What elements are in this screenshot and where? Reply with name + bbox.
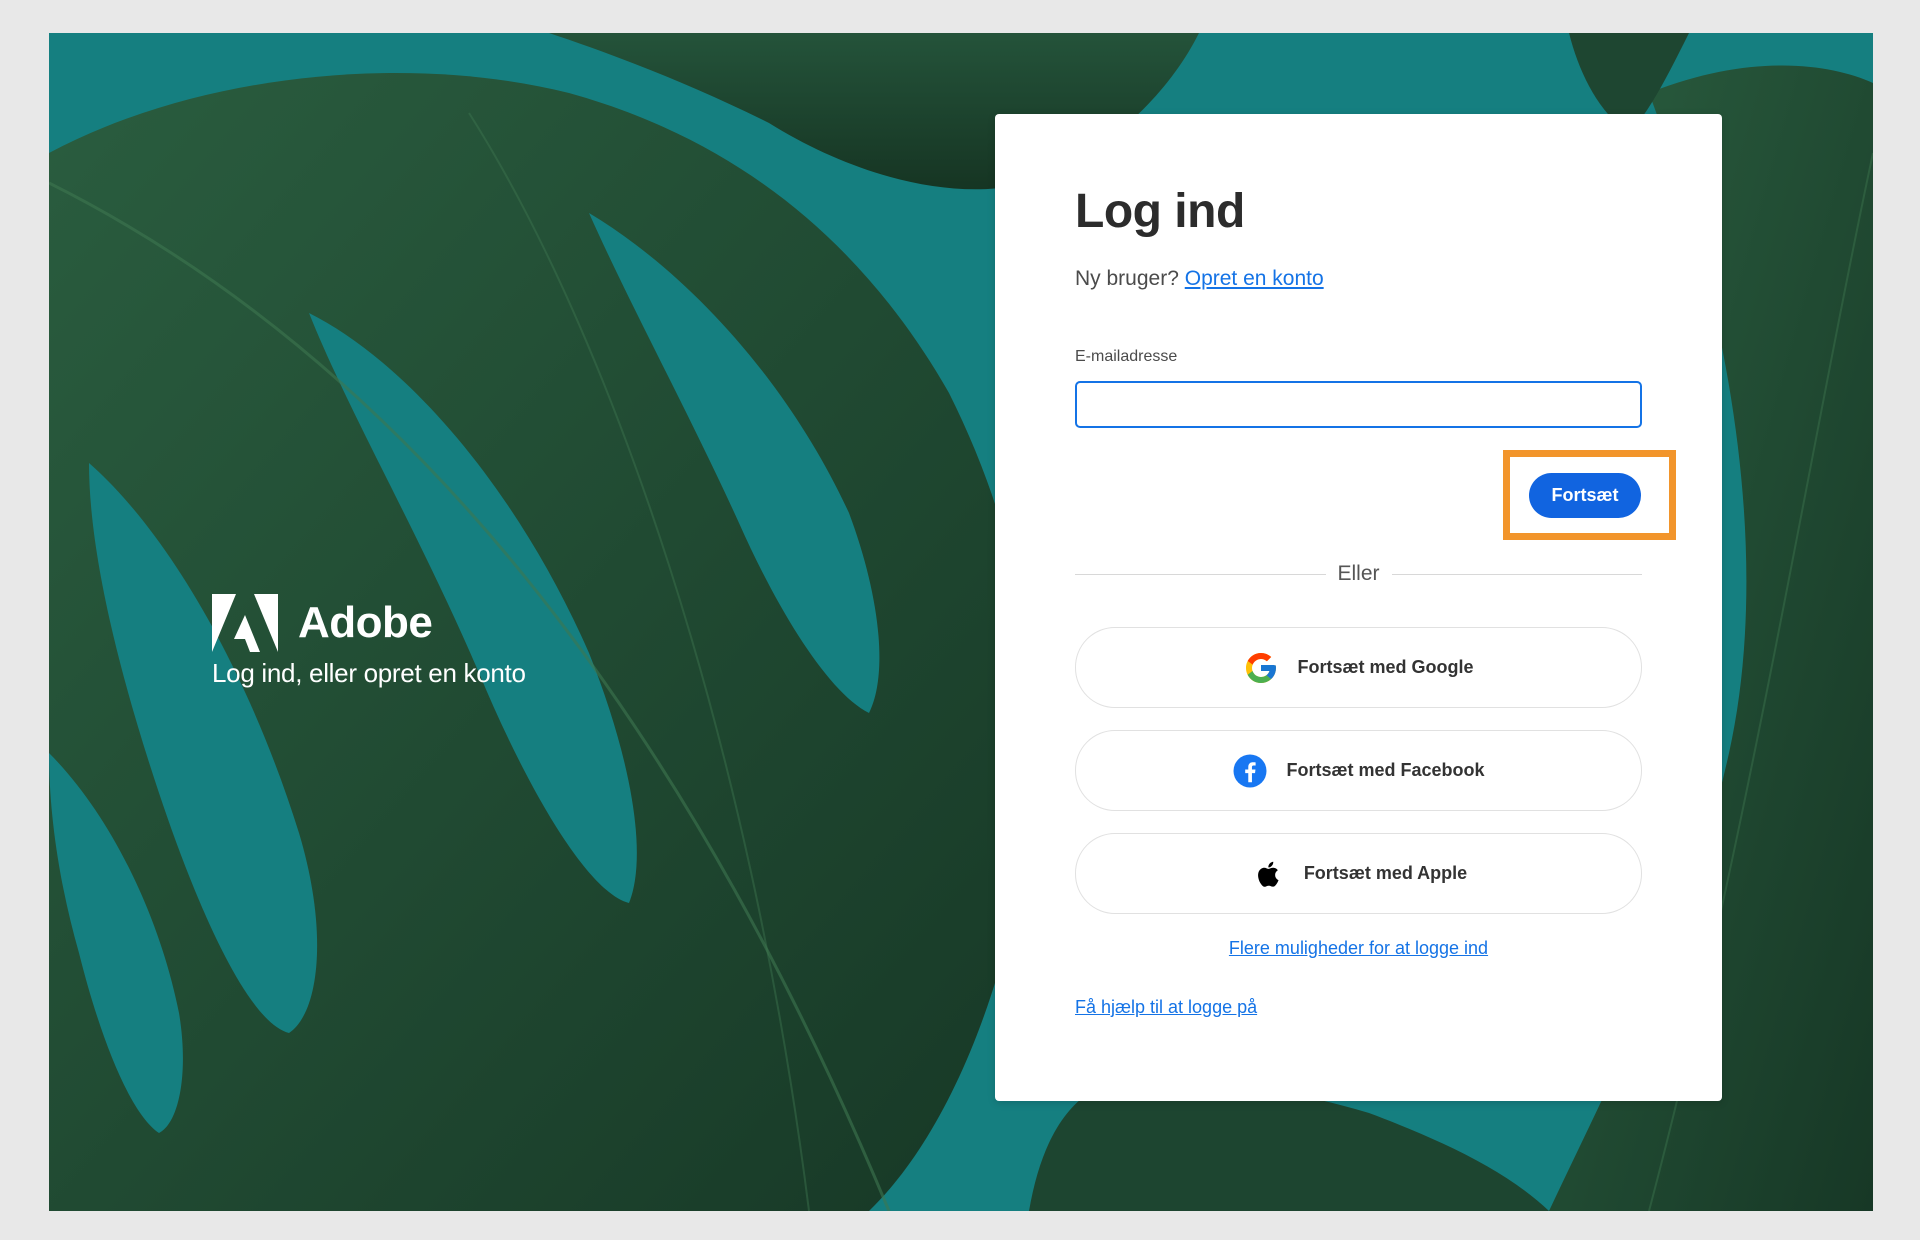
divider-line-right xyxy=(1391,573,1643,575)
brand-block: Adobe Log ind, eller opret en konto xyxy=(212,594,526,689)
more-options-link[interactable]: Flere muligheder for at logge ind xyxy=(1229,938,1488,958)
brand-name: Adobe xyxy=(298,598,433,647)
help-row: Få hjælp til at logge på xyxy=(1075,997,1257,1018)
facebook-button-label: Fortsæt med Facebook xyxy=(1286,760,1485,780)
help-link[interactable]: Få hjælp til at logge på xyxy=(1075,997,1257,1017)
background-stage: Adobe Log ind, eller opret en konto Log … xyxy=(49,33,1873,1211)
page-title: Log ind xyxy=(1075,185,1245,238)
continue-with-google-button[interactable]: Fortsæt med Google xyxy=(1075,627,1642,708)
create-account-link[interactable]: Opret en konto xyxy=(1185,267,1324,290)
apple-icon xyxy=(1257,861,1279,887)
brand-tagline: Log ind, eller opret en konto xyxy=(212,658,526,688)
continue-with-facebook-button[interactable]: Fortsæt med Facebook xyxy=(1075,730,1642,811)
more-options-row: Flere muligheder for at logge ind xyxy=(1075,938,1642,959)
login-card: Log ind Ny bruger? Opret en konto E-mail… xyxy=(995,114,1722,1101)
new-user-line: Ny bruger? Opret en konto xyxy=(1075,267,1324,291)
continue-button[interactable]: Fortsæt xyxy=(1529,473,1641,518)
or-divider: Eller xyxy=(1075,562,1643,586)
divider-text: Eller xyxy=(1337,562,1380,585)
email-field[interactable] xyxy=(1075,381,1642,428)
apple-button-label: Fortsæt med Apple xyxy=(1303,863,1468,883)
adobe-logo-icon xyxy=(212,594,278,652)
divider-line-left xyxy=(1075,573,1326,575)
google-button-label: Fortsæt med Google xyxy=(1297,657,1474,677)
new-user-prefix: Ny bruger? xyxy=(1075,267,1179,290)
google-icon xyxy=(1246,652,1277,683)
facebook-icon xyxy=(1233,754,1267,787)
email-label: E-mailadresse xyxy=(1075,348,1178,365)
continue-with-apple-button[interactable]: Fortsæt med Apple xyxy=(1075,833,1642,914)
